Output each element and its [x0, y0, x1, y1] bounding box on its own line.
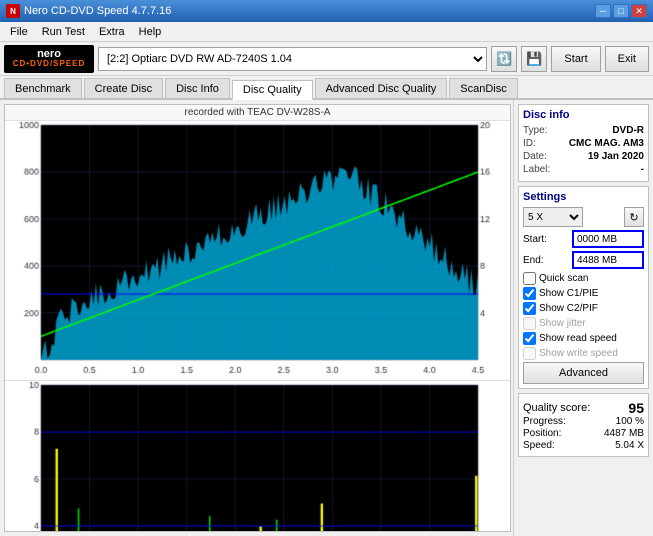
menu-file[interactable]: File	[4, 24, 34, 40]
upper-chart	[5, 121, 510, 381]
advanced-button[interactable]: Advanced	[523, 362, 644, 384]
quality-score-value: 95	[628, 400, 644, 416]
start-button[interactable]: Start	[551, 46, 600, 72]
end-label: End:	[523, 255, 544, 266]
progress-value: 100 %	[616, 416, 644, 427]
settings-section: Settings 5 X ↻ Start: End: Quick scan	[518, 186, 649, 389]
toolbar: nero CD•DVD/SPEED [2:2] Optiarc DVD RW A…	[0, 42, 653, 76]
start-input[interactable]	[572, 230, 644, 248]
chart-area: recorded with TEAC DV-W28S-A PI Errors A…	[4, 104, 511, 532]
settings-refresh-btn[interactable]: ↻	[624, 207, 644, 227]
date-value: 19 Jan 2020	[588, 151, 644, 162]
show-c2-pif-checkbox[interactable]	[523, 302, 536, 315]
position-value: 4487 MB	[604, 428, 644, 439]
window-controls: ─ □ ✕	[595, 4, 647, 18]
exit-button[interactable]: Exit	[605, 46, 649, 72]
label-label: Label:	[523, 164, 550, 175]
results-section: Quality score: 95 Progress: 100 % Positi…	[518, 393, 649, 457]
lower-chart	[5, 381, 510, 532]
progress-row: Progress: 100 %	[523, 416, 644, 427]
title-bar: N Nero CD-DVD Speed 4.7.7.16 ─ □ ✕	[0, 0, 653, 22]
speed-label: Speed:	[523, 440, 555, 451]
maximize-button[interactable]: □	[613, 4, 629, 18]
speed-row: 5 X ↻	[523, 207, 644, 227]
upper-canvas	[5, 121, 510, 380]
id-value: CMC MAG. AM3	[569, 138, 644, 149]
window-title: Nero CD-DVD Speed 4.7.7.16	[24, 5, 171, 17]
position-row: Position: 4487 MB	[523, 428, 644, 439]
end-row: End:	[523, 251, 644, 269]
tab-benchmark[interactable]: Benchmark	[4, 78, 82, 98]
label-value: -	[641, 164, 644, 175]
show-c1-pie-label: Show C1/PIE	[539, 288, 598, 299]
id-label: ID:	[523, 138, 536, 149]
menu-extra[interactable]: Extra	[93, 24, 131, 40]
show-c1-pie-checkbox[interactable]	[523, 287, 536, 300]
disc-type-row: Type: DVD-R	[523, 125, 644, 136]
save-icon-button[interactable]: 💾	[521, 46, 547, 72]
menu-bar: File Run Test Extra Help	[0, 22, 653, 42]
disc-info-section: Disc info Type: DVD-R ID: CMC MAG. AM3 D…	[518, 104, 649, 182]
show-jitter-label: Show jitter	[539, 318, 586, 329]
tab-advanced-disc-quality[interactable]: Advanced Disc Quality	[315, 78, 448, 98]
progress-label: Progress:	[523, 416, 566, 427]
quality-score-row: Quality score: 95	[523, 400, 644, 416]
disc-id-row: ID: CMC MAG. AM3	[523, 138, 644, 149]
charts-container	[5, 121, 510, 532]
speed-select[interactable]: 5 X	[523, 207, 583, 227]
start-label: Start:	[523, 234, 547, 245]
main-content: recorded with TEAC DV-W28S-A PI Errors A…	[0, 100, 653, 536]
drive-select[interactable]: [2:2] Optiarc DVD RW AD-7240S 1.04	[98, 47, 487, 71]
type-label: Type:	[523, 125, 547, 136]
type-value: DVD-R	[612, 125, 644, 136]
chart-title: recorded with TEAC DV-W28S-A	[5, 105, 510, 121]
tab-disc-quality[interactable]: Disc Quality	[232, 80, 313, 100]
tab-create-disc[interactable]: Create Disc	[84, 78, 163, 98]
position-label: Position:	[523, 428, 561, 439]
speed-row: Speed: 5.04 X	[523, 440, 644, 451]
show-c2-pif-label: Show C2/PIF	[539, 303, 598, 314]
refresh-icon-button[interactable]: 🔃	[491, 46, 517, 72]
quick-scan-label: Quick scan	[539, 273, 588, 284]
speed-value: 5.04 X	[615, 440, 644, 451]
show-write-speed-row: Show write speed	[523, 347, 644, 360]
show-write-speed-label: Show write speed	[539, 348, 618, 359]
show-jitter-checkbox	[523, 317, 536, 330]
right-panel: Disc info Type: DVD-R ID: CMC MAG. AM3 D…	[513, 100, 653, 536]
disc-label-row: Label: -	[523, 164, 644, 175]
menu-help[interactable]: Help	[133, 24, 168, 40]
disc-info-title: Disc info	[523, 109, 644, 121]
nero-logo: nero CD•DVD/SPEED	[4, 45, 94, 73]
show-jitter-row: Show jitter	[523, 317, 644, 330]
show-c1-pie-row[interactable]: Show C1/PIE	[523, 287, 644, 300]
quick-scan-checkbox[interactable]	[523, 272, 536, 285]
show-read-speed-label: Show read speed	[539, 333, 617, 344]
quality-score-label: Quality score:	[523, 402, 590, 414]
tab-scan-disc[interactable]: ScanDisc	[449, 78, 517, 98]
show-write-speed-checkbox	[523, 347, 536, 360]
date-label: Date:	[523, 151, 547, 162]
lower-canvas	[5, 381, 510, 532]
end-input[interactable]	[572, 251, 644, 269]
tab-disc-info[interactable]: Disc Info	[165, 78, 230, 98]
show-read-speed-checkbox[interactable]	[523, 332, 536, 345]
start-row: Start:	[523, 230, 644, 248]
disc-date-row: Date: 19 Jan 2020	[523, 151, 644, 162]
close-button[interactable]: ✕	[631, 4, 647, 18]
app-icon: N	[6, 4, 20, 18]
tab-bar: Benchmark Create Disc Disc Info Disc Qua…	[0, 76, 653, 100]
quick-scan-row[interactable]: Quick scan	[523, 272, 644, 285]
show-c2-pif-row[interactable]: Show C2/PIF	[523, 302, 644, 315]
menu-run-test[interactable]: Run Test	[36, 24, 91, 40]
show-read-speed-row[interactable]: Show read speed	[523, 332, 644, 345]
settings-title: Settings	[523, 191, 644, 203]
minimize-button[interactable]: ─	[595, 4, 611, 18]
